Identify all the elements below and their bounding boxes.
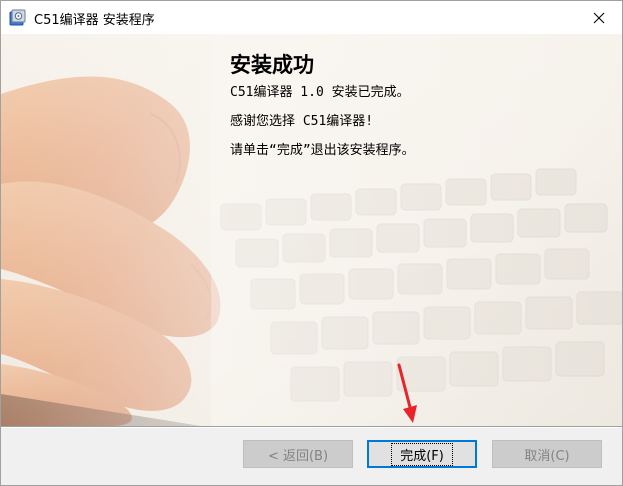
completion-text-block: 安装成功 C51编译器 1.0 安装已完成。 感谢您选择 C51编译器! 请单击… [230, 52, 610, 159]
back-button[interactable]: < 返回(B) [243, 440, 353, 468]
window-title: C51编译器 安装程序 [34, 13, 155, 28]
cancel-button-label: 取消(C) [524, 448, 570, 464]
finish-button[interactable]: 完成(F) [367, 440, 477, 468]
wizard-content: 安装成功 C51编译器 1.0 安装已完成。 感谢您选择 C51编译器! 请单击… [1, 34, 622, 426]
thanks-message: 感谢您选择 C51编译器! [230, 114, 374, 129]
instruction-message: 请单击“完成”退出该安装程序。 [230, 143, 415, 158]
finish-button-label: 完成(F) [391, 442, 453, 466]
installer-icon [9, 9, 26, 26]
title-bar: C51编译器 安装程序 [1, 1, 622, 34]
footer-divider [1, 426, 622, 428]
close-button[interactable] [576, 1, 622, 34]
close-icon [593, 12, 605, 23]
completion-message: C51编译器 1.0 安装已完成。 [230, 85, 410, 100]
installer-window: C51编译器 安装程序 安装成功 C51编译器 1.0 安装已完成。 感谢您选择… [0, 0, 623, 486]
back-button-label: < 返回(B) [267, 448, 329, 464]
page-heading: 安装成功 [230, 52, 314, 77]
cancel-button[interactable]: 取消(C) [492, 440, 602, 468]
